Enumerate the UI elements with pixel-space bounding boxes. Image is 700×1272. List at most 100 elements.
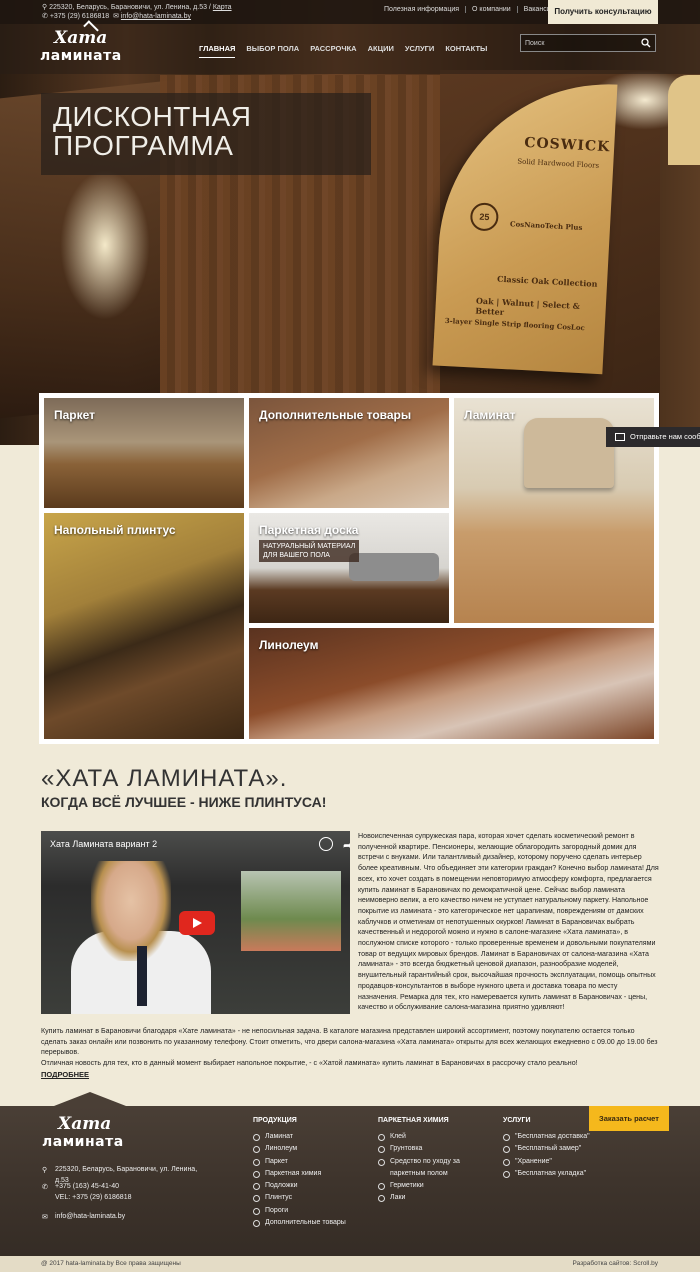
tile-parquet-board[interactable]: Паркетная доска НАТУРАЛЬНЫЙ МАТЕРИАЛ ДЛЯ… xyxy=(249,513,449,623)
footer-column-chemistry: ПАРКЕТНАЯ ХИМИЯ Клей Грунтовка Средство … xyxy=(378,1117,496,1205)
video-person-face xyxy=(91,861,171,961)
about-paragraph-3-text: Отличная новость для тех, кто в данный м… xyxy=(41,1059,578,1068)
footer-link[interactable]: "Бесплатная укладка" xyxy=(503,1168,593,1180)
video-title[interactable]: Хата Ламината вариант 2 xyxy=(50,839,157,849)
nav-services[interactable]: УСЛУГИ xyxy=(405,44,434,58)
mail-icon: ✉ xyxy=(42,1214,48,1221)
logo-line1: Хата xyxy=(58,1114,112,1134)
phone-icon: ✆ xyxy=(42,13,50,20)
link-about[interactable]: О компании xyxy=(465,6,517,13)
top-links: Полезная информация О компании Вакансии xyxy=(378,6,561,13)
footer-phones: ✆ +375 (163) 45-41-40 VEL: +375 (29) 618… xyxy=(42,1181,131,1203)
footer-phone-2: VEL: +375 (29) 6186818 xyxy=(55,1194,132,1201)
tile-label: Дополнительные товары xyxy=(259,408,412,422)
logo-line1: Хата xyxy=(54,28,108,48)
tile-label: Паркет xyxy=(54,408,96,422)
about-paragraph-1: Новоиспеченная супружеская пара, которая… xyxy=(358,832,659,1012)
footer-link[interactable]: "Хранение" xyxy=(503,1156,593,1168)
watch-later-icon[interactable] xyxy=(319,837,333,851)
top-address: 225320, Беларусь, Барановичи, ул. Ленина… xyxy=(49,4,211,11)
hero-title-line1: ДИСКОНТНАЯ xyxy=(53,101,252,132)
search-input[interactable] xyxy=(525,37,635,50)
tile-parket[interactable]: Паркет xyxy=(44,398,244,508)
tile-additional-products[interactable]: Дополнительные товары xyxy=(249,398,449,508)
video-person-tie xyxy=(137,946,147,1006)
nav-installment[interactable]: РАССРОЧКА xyxy=(310,44,356,58)
footer-column-title: ПАРКЕТНАЯ ХИМИЯ xyxy=(378,1117,449,1124)
armchair-image xyxy=(524,418,614,488)
link-useful-info[interactable]: Полезная информация xyxy=(378,6,465,13)
share-icon[interactable]: ➦ xyxy=(343,839,350,852)
footer-link[interactable]: Лаки xyxy=(378,1192,496,1204)
tile-linoleum[interactable]: Линолеум xyxy=(249,628,654,739)
sign-subtitle: Solid Hardwood Floors xyxy=(517,157,600,170)
top-email-link[interactable]: info@hata-laminata.by xyxy=(121,13,191,20)
video-car-window xyxy=(241,871,341,951)
category-tiles: Паркет Дополнительные товары Ламинат Нап… xyxy=(39,393,659,744)
footer-link[interactable]: "Бесплатная доставка" xyxy=(503,1131,593,1143)
about-subheading: КОГДА ВСЁ ЛУЧШЕЕ - НИЖЕ ПЛИНТУСА! xyxy=(41,794,327,810)
top-contacts: ⚲ 225320, Беларусь, Барановичи, ул. Лени… xyxy=(42,3,232,21)
tile-badge: НАТУРАЛЬНЫЙ МАТЕРИАЛ ДЛЯ ВАШЕГО ПОЛА xyxy=(259,540,360,562)
footer-link[interactable]: Герметики xyxy=(378,1180,496,1192)
footer-logo-roof xyxy=(54,1092,126,1106)
order-calculation-button[interactable]: Заказать расчет xyxy=(589,1106,669,1131)
sign-collection: Classic Oak Collection xyxy=(496,273,598,289)
footer-email: ✉ info@hata-laminata.by xyxy=(42,1211,125,1222)
footer-link[interactable]: Грунтовка xyxy=(378,1143,496,1155)
footer-link[interactable]: Дополнительные товары xyxy=(253,1217,363,1229)
logo-line2: ламината xyxy=(42,1134,124,1150)
mail-icon: ✉ xyxy=(113,13,121,20)
main-nav: ГЛАВНАЯ ВЫБОР ПОЛА РАССРОЧКА АКЦИИ УСЛУГ… xyxy=(199,44,498,58)
hero-light xyxy=(60,170,150,320)
search-box xyxy=(520,34,656,52)
map-link[interactable]: Карта xyxy=(213,4,232,11)
nav-floor-choice[interactable]: ВЫБОР ПОЛА xyxy=(246,44,299,58)
site-logo[interactable]: Хата ламината xyxy=(40,20,130,70)
footer-link[interactable]: Паркетная химия xyxy=(253,1168,363,1180)
footer-email-link[interactable]: info@hata-laminata.by xyxy=(55,1213,125,1220)
about-heading: «ХАТА ЛАМИНАТА». xyxy=(41,765,288,792)
more-link[interactable]: ПОДРОБНЕЕ xyxy=(41,1070,89,1079)
badge-line2: ДЛЯ ВАШЕГО ПОЛА xyxy=(263,552,330,559)
sign-tech: CosNanoTech Plus xyxy=(509,219,583,233)
video-player[interactable]: Хата Ламината вариант 2 ➦ xyxy=(41,831,350,1014)
tile-label: Ламинат xyxy=(464,408,516,422)
footer-link[interactable]: Паркет xyxy=(253,1156,363,1168)
sofa-image xyxy=(349,553,439,581)
footer-link[interactable]: Линолеум xyxy=(253,1143,363,1155)
bottom-bar: @ 2017 hata-laminata.by Все права защище… xyxy=(0,1256,700,1272)
footer-link[interactable]: Ламинат xyxy=(253,1131,363,1143)
footer-link[interactable]: Клей xyxy=(378,1131,496,1143)
hero-title: ДИСКОНТНАЯ ПРОГРАММА xyxy=(41,93,371,175)
tile-label: Линолеум xyxy=(259,638,319,652)
footer-logo[interactable]: Хата ламината xyxy=(42,1114,132,1156)
sign-seal: 25 xyxy=(469,202,500,232)
developer-link[interactable]: Разработка сайтов: Scroll.by xyxy=(573,1256,658,1272)
send-message-tab[interactable]: Отправьте нам сообщение xyxy=(606,427,700,447)
search-icon[interactable] xyxy=(641,38,651,48)
get-consultation-button[interactable]: Получить консультацию xyxy=(548,0,658,24)
tile-label: Паркетная доска xyxy=(259,523,359,537)
footer-link[interactable]: "Бесплатный замер" xyxy=(503,1143,593,1155)
nav-home[interactable]: ГЛАВНАЯ xyxy=(199,44,236,58)
hero-brand-sign-secondary xyxy=(668,75,700,165)
about-paragraph-2-text: Купить ламинат в Барановичи благодаря «Х… xyxy=(41,1027,658,1057)
footer-column-title: ПРОДУКЦИЯ xyxy=(253,1117,297,1124)
footer-column-title: УСЛУГИ xyxy=(503,1117,531,1124)
nav-contacts[interactable]: КОНТАКТЫ xyxy=(445,44,487,58)
footer-link[interactable]: Средство по уходу за паркетным полом xyxy=(378,1156,496,1181)
phone-icon: ✆ xyxy=(42,1184,48,1191)
play-icon[interactable] xyxy=(179,911,215,935)
send-message-label: Отправьте нам сообщение xyxy=(630,432,700,441)
about-paragraph-2: Купить ламинат в Барановичи благодаря «Х… xyxy=(41,1026,659,1069)
nav-promotions[interactable]: АКЦИИ xyxy=(368,44,394,58)
footer-link[interactable]: Плинтус xyxy=(253,1192,363,1204)
footer-link[interactable]: Пороги xyxy=(253,1205,363,1217)
badge-line1: НАТУРАЛЬНЫЙ МАТЕРИАЛ xyxy=(263,543,356,550)
sign-brand: COSWICK xyxy=(523,134,611,156)
footer-phone-1: +375 (163) 45-41-40 xyxy=(55,1183,120,1190)
footer-link[interactable]: Подложки xyxy=(253,1180,363,1192)
tile-floor-plinth[interactable]: Напольный плинтус xyxy=(44,513,244,739)
logo-line2: ламината xyxy=(40,48,122,64)
